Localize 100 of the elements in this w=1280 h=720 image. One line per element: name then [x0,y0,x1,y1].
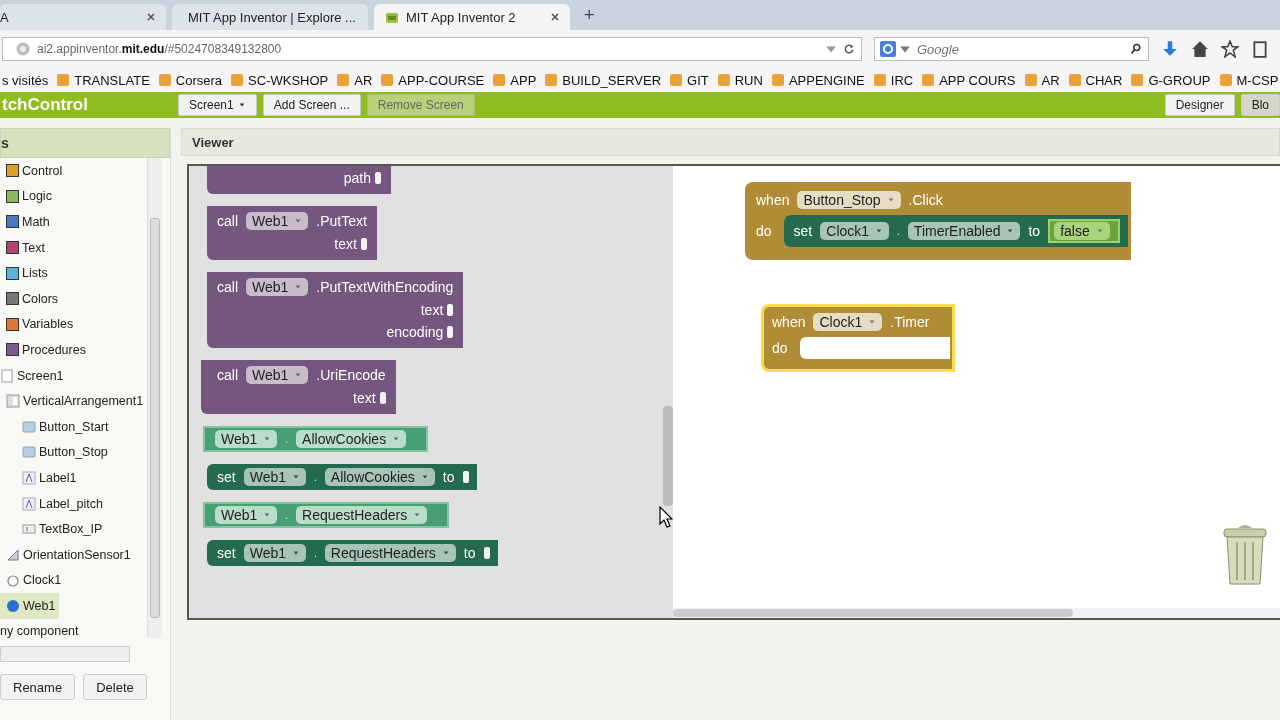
search-icon[interactable] [1130,43,1142,55]
panel-button[interactable]: Rename [0,674,76,700]
dropdown-field[interactable]: Web1 [243,468,306,486]
dropdown-field[interactable]: Web1 [246,366,309,384]
dropdown-field[interactable]: Web1 [243,544,306,562]
getter-block[interactable]: Web1 . AllowCookies [203,426,429,452]
bookmark-link[interactable]: s visités [2,72,49,88]
tree-item[interactable]: Logic [0,183,147,210]
bookmark-link[interactable]: AR [336,72,373,88]
blocks-workspace[interactable] [187,164,1280,620]
bookmark-icon [1067,73,1082,87]
search-field[interactable]: Google [874,37,1149,61]
tree-item[interactable]: Variables [0,311,147,338]
dropdown-field[interactable]: Clock1 [813,313,883,331]
caret-icon [294,283,303,291]
bookmark-link[interactable]: AR [1023,72,1060,88]
method-block[interactable]: path [207,166,391,194]
toolbar-button[interactable]: Add Screen ... [262,94,361,116]
tree-item[interactable]: Screen1 [0,362,147,389]
tree-item[interactable]: Clock1 [0,567,147,594]
tree-item[interactable]: OrientationSensor1 [0,541,147,568]
dropdown-field[interactable]: TimerEnabled [907,222,1021,240]
close-icon[interactable] [146,12,156,22]
reload-icon[interactable] [843,43,855,55]
method-block[interactable]: call Web1 .PutText text [207,206,377,260]
tree-item[interactable]: Text [0,234,147,261]
tree-item[interactable]: Button_Stop [0,439,147,466]
toolbar-button[interactable]: Screen1 [178,94,257,116]
tree-item[interactable]: Lists [0,260,147,286]
bookmark-link[interactable]: APP [492,72,537,88]
bookmark-icon [336,73,351,87]
bookmark-link[interactable]: APP COURS [921,72,1016,88]
address-bar[interactable]: ai2.appinventor.mit.edu/#5024708349132800 [2,37,862,61]
block-keyword: set [793,223,813,239]
bookmark-link[interactable]: G-GROUP [1130,72,1211,88]
bookmark-link[interactable]: TRANSLATE [56,72,150,88]
tree-item[interactable]: VerticalArrangement1 [0,388,147,414]
bookmark-link[interactable]: CHAR [1067,72,1123,88]
tree-item[interactable]: TextBox_IP [0,516,147,542]
close-icon[interactable] [550,12,560,22]
bookmark-link[interactable]: APP-COURSE [380,72,485,88]
dropdown-field[interactable]: Web1 [215,430,278,448]
editor-toggle-button[interactable]: Blo [1240,94,1280,116]
download-icon[interactable] [1161,40,1179,58]
block-label: text [353,390,376,406]
event-block[interactable]: when Button_Stop .Click do set Clock1 . TimerEnabled to false [745,182,1131,260]
input-socket [483,547,490,559]
new-tab-button[interactable]: + [576,5,603,30]
dropdown-field[interactable]: RequestHeaders [296,506,428,524]
dropdown-field[interactable]: Web1 [215,506,278,524]
browser-tab[interactable]: MIT App Inventor | Explore ... [172,4,368,30]
tree-item[interactable]: Label1 [0,465,147,491]
tree-item[interactable]: Label_pitch [0,490,147,517]
dropdown-field[interactable]: AllowCookies [324,468,435,486]
setter-block[interactable]: set Web1 . RequestHeaders to [207,540,498,566]
getter-block[interactable]: Web1 . RequestHeaders [203,502,450,528]
trash-icon[interactable] [1220,522,1270,588]
input-socket [360,238,367,250]
bookmark-link[interactable]: RUN [716,72,763,88]
tree-item[interactable]: Control [0,158,147,184]
setter-block[interactable]: set Web1 . AllowCookies to [207,464,477,490]
bookmark-link[interactable]: GIT [669,72,709,88]
star-icon[interactable] [1221,40,1239,58]
home-icon[interactable] [1191,40,1209,58]
dropdown-field[interactable]: Web1 [246,212,309,230]
block-label: . [897,225,900,237]
tree-item[interactable]: Math [0,209,147,235]
editor-toggle-button[interactable]: Designer [1164,94,1235,116]
bookmark-link[interactable]: BUILD_SERVER [544,72,662,88]
bookmark-icon [380,73,395,87]
dropdown-field[interactable]: Clock1 [820,222,890,240]
tree-item[interactable]: Web1 [0,593,60,619]
project-title: tchControl [1,95,89,115]
dropdown-field[interactable]: Web1 [246,278,309,296]
bookmark-link[interactable]: APPENGINE [770,72,865,88]
dropdown-field[interactable]: false [1054,222,1110,240]
bookmark-link[interactable]: Corsera [157,72,223,88]
method-block[interactable]: call Web1 .UriEncode text [201,360,396,414]
browser-tab[interactable]: MIT App Inventor 2 [374,4,570,30]
block-keyword: when [772,314,806,330]
tree-item[interactable]: ny component [0,618,147,638]
tree-item[interactable]: Procedures [0,337,147,363]
dropdown-field[interactable]: Button_Stop [797,191,901,209]
method-block[interactable]: call Web1 .PutTextWithEncoding text encoding [207,272,464,348]
scrollbar[interactable] [147,158,162,638]
tree-item[interactable]: Colors [0,285,147,312]
panel-header: s [0,128,170,158]
dropdown-field[interactable]: AllowCookies [296,430,407,448]
browser-tab[interactable]: A [0,4,166,30]
bookmark-link[interactable]: IRC [872,72,914,88]
scrollbar[interactable] [673,608,1280,618]
scrollbar[interactable] [0,646,130,662]
event-block[interactable]: when Clock1 .Timer do [761,304,955,372]
panel-button[interactable]: Delete [83,674,147,700]
dropdown-field[interactable]: RequestHeaders [324,544,456,562]
bookmark-link[interactable]: M-CSP [1218,72,1279,88]
logic-block[interactable]: false [1048,219,1120,243]
setter-block[interactable]: set Clock1 . TimerEnabled to false [783,215,1128,247]
tree-item[interactable]: Button_Start [0,413,147,440]
bookmark-link[interactable]: SC-WKSHOP [230,72,329,88]
